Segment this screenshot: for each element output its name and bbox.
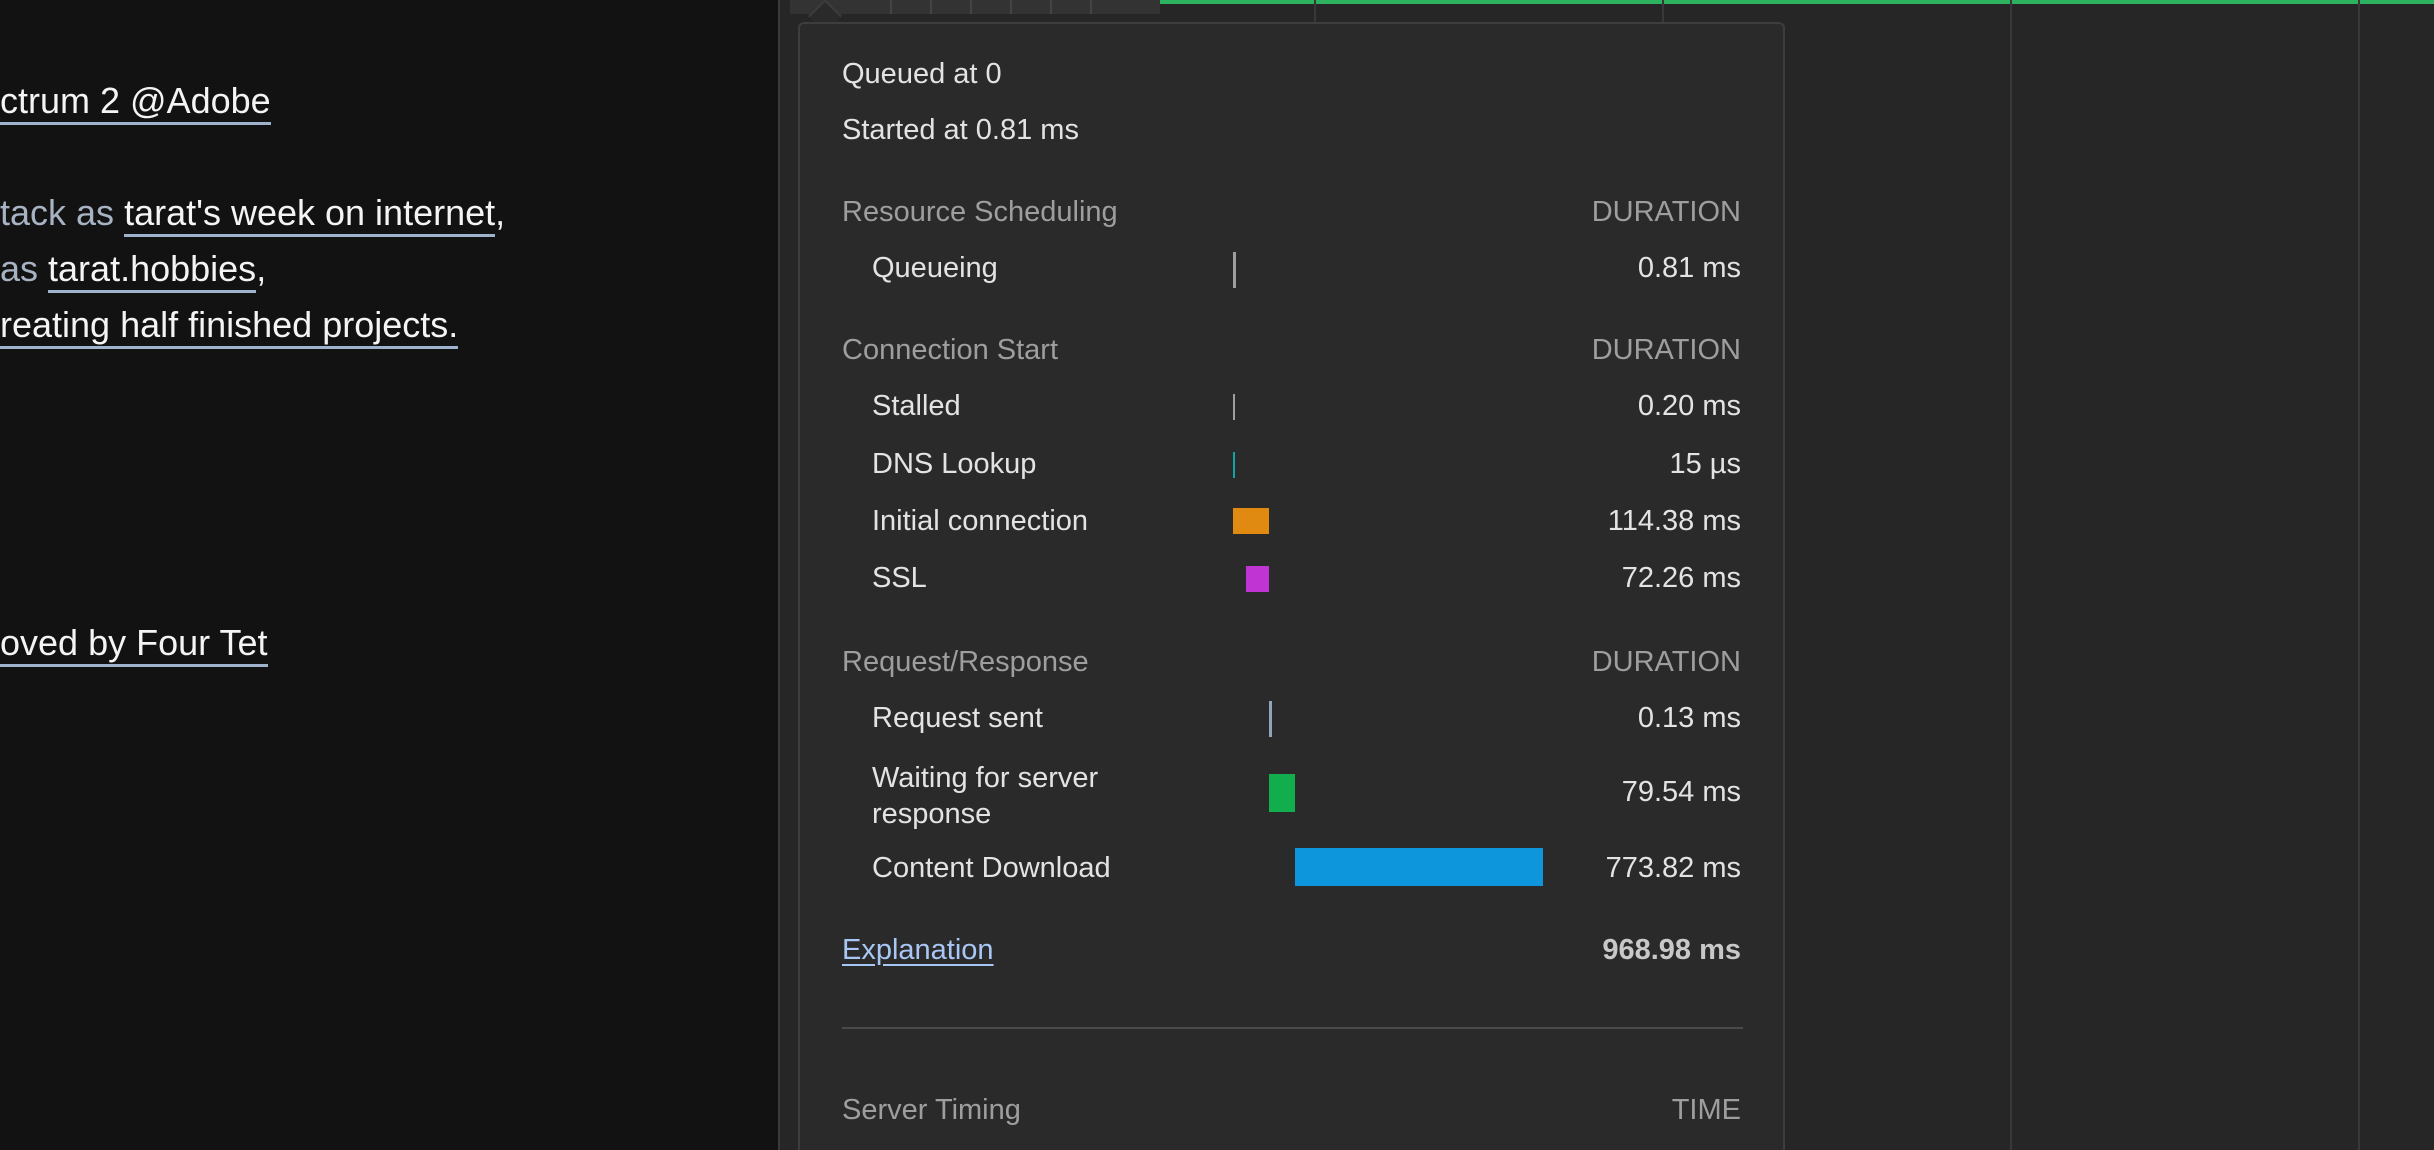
row-duration-dns-lookup: 15 µs: [1669, 448, 1741, 480]
section-title-server-timing: Server Timing: [842, 1094, 1021, 1126]
row-duration-content-download: 773.82 ms: [1605, 852, 1741, 884]
duration-header: DURATION: [1591, 646, 1741, 678]
line-3-suffix: ,: [256, 248, 267, 289]
waterfall-bar-green: [1160, 0, 2434, 4]
row-label-request-sent: Request sent: [872, 702, 1043, 734]
section-title-request-response: Request/Response: [842, 646, 1089, 678]
row-label-content-download: Content Download: [872, 852, 1111, 884]
section-title-connection-start: Connection Start: [842, 334, 1059, 366]
bar-content-download: [1295, 848, 1543, 886]
waterfall-bar-gray: [790, 0, 1160, 14]
four-tet-link[interactable]: oved by Four Tet: [0, 622, 268, 667]
text-line-4: reating half finished projects.: [0, 304, 459, 349]
text-line-2: tack as tarat's week on internet,: [0, 192, 506, 237]
half-finished-projects-link[interactable]: reating half finished projects.: [0, 304, 459, 349]
bar-stalled: [1233, 394, 1235, 420]
week-on-internet-link[interactable]: tarat's week on internet: [124, 192, 496, 237]
line-2-prefix: tack as: [0, 192, 125, 233]
page-content: ctrum 2 @Adobe tack as tarat's week on i…: [0, 0, 778, 1150]
row-label-initial-connection: Initial connection: [872, 505, 1089, 537]
text-line-1: ctrum 2 @Adobe: [0, 80, 271, 125]
timing-popover: Queued at 0 Started at 0.81 ms Resource …: [798, 22, 1785, 1150]
grid-line: [2358, 0, 2360, 1150]
adobe-link[interactable]: ctrum 2 @Adobe: [0, 80, 271, 125]
row-duration-initial-connection: 114.38 ms: [1607, 505, 1741, 537]
row-label-stalled: Stalled: [872, 390, 961, 422]
row-duration-ssl: 72.26 ms: [1621, 562, 1741, 594]
section-title-resource-scheduling: Resource Scheduling: [842, 196, 1118, 228]
total-duration: 968.98 ms: [1602, 934, 1741, 966]
row-duration-stalled: 0.20 ms: [1637, 390, 1741, 422]
started-at: Started at 0.81 ms: [842, 114, 1079, 146]
row-duration-queueing: 0.81 ms: [1637, 252, 1741, 284]
time-header: TIME: [1671, 1094, 1741, 1126]
bar-initial-connection: [1233, 508, 1269, 534]
bar-dns-lookup: [1233, 452, 1235, 478]
queued-at: Queued at 0: [842, 58, 1002, 90]
bar-request-sent: [1269, 701, 1272, 737]
line-2-suffix: ,: [495, 192, 506, 233]
row-label-queueing: Queueing: [872, 252, 998, 284]
hobbies-link[interactable]: tarat.hobbies: [48, 248, 257, 293]
duration-header: DURATION: [1591, 334, 1741, 366]
bar-waiting: [1269, 774, 1295, 812]
row-duration-waiting: 79.54 ms: [1621, 776, 1741, 808]
row-label-waiting: Waiting for server response: [872, 762, 1099, 830]
bar-queueing: [1233, 252, 1236, 288]
bar-ssl: [1246, 566, 1269, 592]
grid-line: [2010, 0, 2012, 1150]
divider: [842, 1027, 1743, 1029]
row-duration-request-sent: 0.13 ms: [1637, 702, 1741, 734]
text-line-3: as tarat.hobbies,: [0, 248, 267, 293]
duration-header: DURATION: [1591, 196, 1741, 228]
line-3-prefix: as: [0, 248, 49, 289]
text-line-5: oved by Four Tet: [0, 622, 268, 667]
row-label-dns-lookup: DNS Lookup: [872, 448, 1037, 480]
row-label-ssl: SSL: [872, 562, 927, 594]
explanation-link[interactable]: Explanation: [842, 934, 994, 967]
